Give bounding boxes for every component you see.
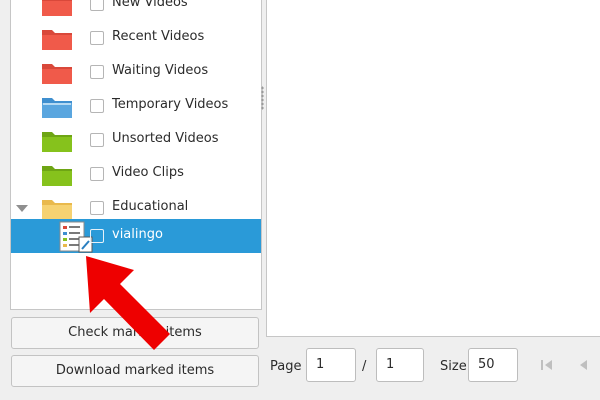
tree-item-checkbox[interactable] xyxy=(90,31,104,45)
tree-item-checkbox[interactable] xyxy=(90,201,104,215)
previous-page-icon[interactable] xyxy=(576,358,590,372)
page-size-field[interactable]: 50 xyxy=(468,348,518,382)
tree-item-unsorted-videos[interactable]: Unsorted Videos xyxy=(11,123,261,157)
splitter-handle[interactable] xyxy=(261,86,264,110)
red-folder-icon xyxy=(42,64,72,84)
tree-item-new-videos[interactable]: New Videos xyxy=(11,0,261,21)
tree-item-checkbox[interactable] xyxy=(90,65,104,79)
yellow-folder-icon xyxy=(42,200,72,220)
tree-item-recent-videos[interactable]: Recent Videos xyxy=(11,21,261,55)
red-folder-icon xyxy=(42,0,72,16)
tree-item-vialingo[interactable]: vialingo xyxy=(11,219,261,253)
size-label: Size xyxy=(440,359,467,374)
tree-item-label: Recent Videos xyxy=(112,29,205,44)
tree-item-waiting-videos[interactable]: Waiting Videos xyxy=(11,55,261,89)
tree-item-label: Unsorted Videos xyxy=(112,131,219,146)
tree-item-video-clips[interactable]: Video Clips xyxy=(11,157,261,191)
tree-item-checkbox[interactable] xyxy=(90,229,104,243)
tree-item-label: vialingo xyxy=(112,227,163,242)
tree-item-label: Waiting Videos xyxy=(112,63,209,78)
content-area xyxy=(266,0,600,337)
tree-item-checkbox[interactable] xyxy=(90,133,104,147)
page-label: Page xyxy=(270,359,302,374)
tree-item-label: Temporary Videos xyxy=(112,97,229,112)
red-folder-icon xyxy=(42,30,72,50)
tree-item-label: New Videos xyxy=(112,0,188,10)
document-list-icon xyxy=(59,221,93,253)
first-page-icon[interactable] xyxy=(540,358,554,372)
green-folder-icon xyxy=(42,166,72,186)
download-marked-items-button[interactable]: Download marked items xyxy=(11,355,259,387)
blue-folder-icon xyxy=(42,98,72,118)
tree-item-label: Video Clips xyxy=(112,165,184,180)
tree-item-checkbox[interactable] xyxy=(90,167,104,181)
expander-arrow-icon[interactable] xyxy=(16,205,28,212)
total-pages-field: 1 xyxy=(376,348,424,382)
page-number-field[interactable]: 1 xyxy=(306,348,356,382)
page-separator: / xyxy=(362,359,367,374)
tree-item-label: Educational xyxy=(112,199,189,214)
pagination-bar: Page 1 / 1 Size 50 xyxy=(266,342,600,392)
tree-item-checkbox[interactable] xyxy=(90,0,104,11)
check-marked-items-button[interactable]: Check marked items xyxy=(11,317,259,349)
green-folder-icon xyxy=(42,132,72,152)
folder-tree[interactable]: New Videos Recent Videos Waiting Videos … xyxy=(10,0,262,310)
tree-item-temporary-videos[interactable]: Temporary Videos xyxy=(11,89,261,123)
tree-item-checkbox[interactable] xyxy=(90,99,104,113)
